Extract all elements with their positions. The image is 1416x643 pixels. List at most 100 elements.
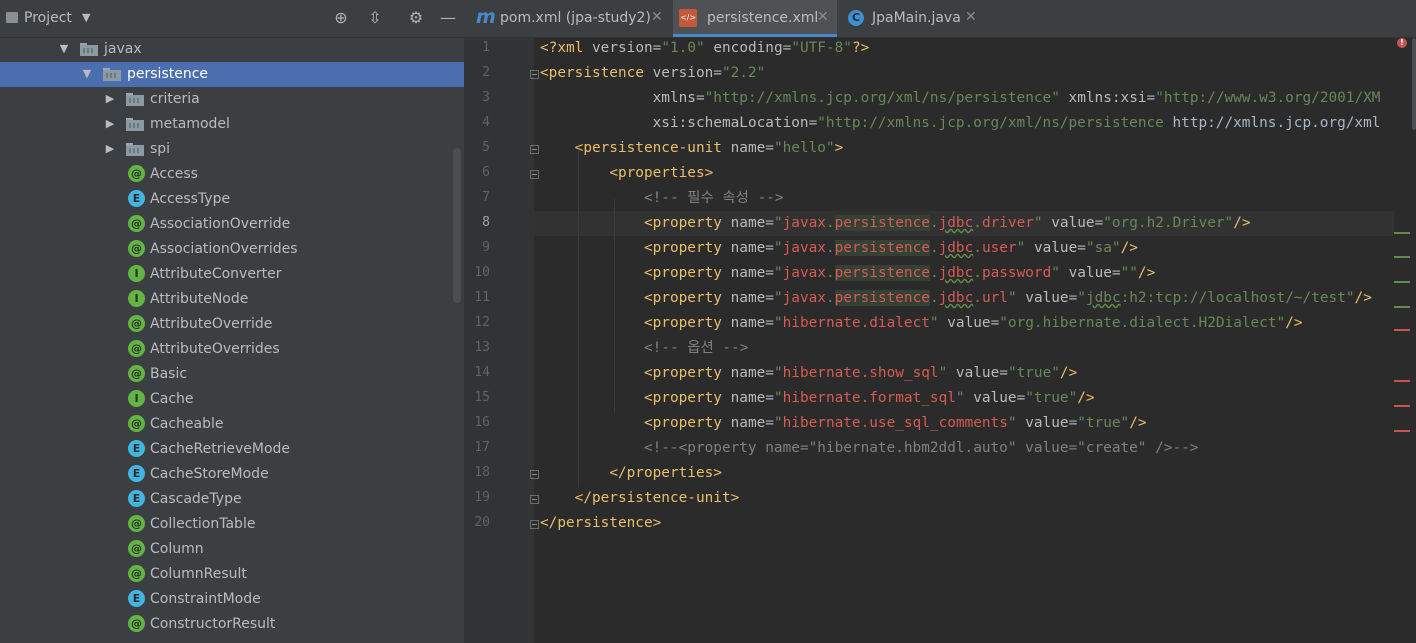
tree-item-criteria[interactable]: ▶ criteria xyxy=(0,87,464,112)
tab-persistence-xml[interactable]: </> persistence.xml ✕ xyxy=(673,0,837,37)
error-indicator-icon[interactable]: ! xyxy=(1397,38,1407,48)
code-line[interactable]: xmlns="http://xmlns.jcp.org/xml/ns/persi… xyxy=(540,86,1381,111)
line-number: 6 xyxy=(482,165,490,180)
tree-item-javax[interactable]: ▼ javax xyxy=(0,37,464,62)
tree-item-column[interactable]: @ Column xyxy=(0,537,464,562)
error-marker[interactable] xyxy=(1394,405,1410,407)
enum-icon: E xyxy=(128,490,145,507)
tree-item-cacheretrievemode[interactable]: E CacheRetrieveMode xyxy=(0,437,464,462)
interface-icon: I xyxy=(128,290,145,307)
code-line[interactable]: <property name="javax.persistence.jdbc.u… xyxy=(540,236,1138,261)
code-line[interactable]: <property name="javax.persistence.jdbc.p… xyxy=(540,261,1155,286)
project-panel: Project ▼ ⊕ ⇳ ⚙ — ▼ javax ▼ persistence ▶ cri… xyxy=(0,0,464,643)
chevron-down-icon[interactable]: ▼ xyxy=(82,11,90,24)
expanded-arrow-icon[interactable]: ▼ xyxy=(81,67,93,80)
tab-pom-xml[interactable]: m pom.xml (jpa-study2) ✕ xyxy=(464,0,669,37)
tree-item-metamodel[interactable]: ▶ metamodel xyxy=(0,112,464,137)
error-marker[interactable] xyxy=(1394,380,1410,382)
line-number: 4 xyxy=(482,115,490,130)
tree-item-attributeconverter[interactable]: I AttributeConverter xyxy=(0,262,464,287)
warning-marker[interactable] xyxy=(1394,281,1410,283)
code-line[interactable]: <property name="javax.persistence.jdbc.u… xyxy=(540,286,1372,311)
hide-panel-icon[interactable]: — xyxy=(438,8,458,28)
java-class-icon: C xyxy=(848,10,864,26)
code-line[interactable]: </persistence-unit> xyxy=(540,486,740,511)
tree-item-persistence[interactable]: ▼ persistence xyxy=(0,62,464,87)
tree-item-attributeoverride[interactable]: @ AttributeOverride xyxy=(0,312,464,337)
tree-item-attributenode[interactable]: I AttributeNode xyxy=(0,287,464,312)
code-line[interactable]: <property name="hibernate.format_sql" va… xyxy=(540,386,1095,411)
locate-icon[interactable]: ⊕ xyxy=(331,8,351,28)
tree-item-access[interactable]: @ Access xyxy=(0,162,464,187)
code-area[interactable]: <?xml version="1.0" encoding="UTF-8"?> <p… xyxy=(534,37,1394,643)
tree-item-columnresult[interactable]: @ ColumnResult xyxy=(0,562,464,587)
tree-item-associationoverrides[interactable]: @ AssociationOverrides xyxy=(0,237,464,262)
tree-item-label: CacheRetrieveMode xyxy=(150,441,291,457)
code-line[interactable]: <persistence-unit name="hello"> xyxy=(540,136,844,161)
tree-item-label: AssociationOverride xyxy=(150,216,291,232)
line-number-gutter[interactable]: 1 2 3 4 5 6 7 8 9 10 11 12 13 14 15 16 17 18 19 20 xyxy=(464,37,539,643)
line-number: 15 xyxy=(474,390,490,405)
tree-item-label: Cacheable xyxy=(150,416,224,432)
warning-marker[interactable] xyxy=(1394,306,1410,308)
warning-marker[interactable] xyxy=(1394,232,1410,234)
annotation-icon: @ xyxy=(128,315,145,332)
tree-item-associationoverride[interactable]: @ AssociationOverride xyxy=(0,212,464,237)
tree-item-cachestoremode[interactable]: E CacheStoreMode xyxy=(0,462,464,487)
code-line[interactable]: </persistence> xyxy=(540,511,661,536)
indent-guide xyxy=(614,199,615,412)
code-line[interactable]: <property name="hibernate.dialect" value… xyxy=(540,311,1303,336)
code-line[interactable]: <?xml version="1.0" encoding="UTF-8"?> xyxy=(540,37,869,61)
tree-item-label: ConstructorResult xyxy=(150,616,276,632)
tree-scrollbar[interactable] xyxy=(453,148,461,303)
collapsed-arrow-icon[interactable]: ▶ xyxy=(104,142,116,155)
close-icon[interactable]: ✕ xyxy=(817,9,829,25)
tree-item-accesstype[interactable]: E AccessType xyxy=(0,187,464,212)
line-number: 3 xyxy=(482,90,490,105)
tree-item-collectiontable[interactable]: @ CollectionTable xyxy=(0,512,464,537)
code-line[interactable]: <!-- 옵션 --> xyxy=(540,336,748,361)
line-number: 13 xyxy=(474,340,490,355)
error-marker[interactable] xyxy=(1394,430,1410,432)
tree-item-spi[interactable]: ▶ spi xyxy=(0,137,464,162)
code-line[interactable]: <persistence version="2.2" xyxy=(540,61,765,86)
error-marker[interactable] xyxy=(1394,329,1410,331)
tree-item-label: spi xyxy=(150,141,171,157)
line-number: 9 xyxy=(482,240,490,255)
close-icon[interactable]: ✕ xyxy=(651,9,663,25)
code-line[interactable]: <properties> xyxy=(540,161,713,186)
tree-item-cache[interactable]: I Cache xyxy=(0,387,464,412)
code-line[interactable]: <property name="hibernate.show_sql" valu… xyxy=(540,361,1077,386)
editor-tabs: m pom.xml (jpa-study2) ✕ </> persistence… xyxy=(464,0,1416,38)
collapsed-arrow-icon[interactable]: ▶ xyxy=(104,117,116,130)
project-view-selector[interactable]: Project xyxy=(24,10,72,26)
tree-item-cascadetype[interactable]: E CascadeType xyxy=(0,487,464,512)
tree-item-attributeoverrides[interactable]: @ AttributeOverrides xyxy=(0,337,464,362)
tree-item-basic[interactable]: @ Basic xyxy=(0,362,464,387)
gear-icon[interactable]: ⚙ xyxy=(406,8,426,28)
editor-scrollbar[interactable] xyxy=(1412,38,1416,130)
project-panel-header: Project ▼ ⊕ ⇳ ⚙ — xyxy=(0,0,464,38)
collapse-all-icon[interactable]: ⇳ xyxy=(365,8,385,28)
collapsed-arrow-icon[interactable]: ▶ xyxy=(104,92,116,105)
tree-item-cacheable[interactable]: @ Cacheable xyxy=(0,412,464,437)
code-line[interactable]: xsi:schemaLocation="http://xmlns.jcp.org… xyxy=(540,111,1381,136)
warning-marker[interactable] xyxy=(1394,256,1410,258)
annotation-icon: @ xyxy=(128,565,145,582)
expanded-arrow-icon[interactable]: ▼ xyxy=(58,42,70,55)
code-line[interactable]: <!-- 필수 속성 --> xyxy=(540,186,784,211)
tab-jpamain-java[interactable]: C JpaMain.java ✕ xyxy=(841,0,981,37)
tree-item-constraintmode[interactable]: E ConstraintMode xyxy=(0,587,464,612)
tree-item-constructorresult[interactable]: @ ConstructorResult xyxy=(0,612,464,637)
close-icon[interactable]: ✕ xyxy=(965,9,977,25)
code-line[interactable]: <!--<property name="hibernate.hbm2ddl.au… xyxy=(540,436,1199,461)
package-folder-icon xyxy=(126,93,144,106)
code-line[interactable]: <property name="hibernate.use_sql_commen… xyxy=(540,411,1147,436)
code-line[interactable]: </properties> xyxy=(540,461,722,486)
annotation-icon: @ xyxy=(128,365,145,382)
annotation-icon: @ xyxy=(128,240,145,257)
tree-item-label: CollectionTable xyxy=(150,516,256,532)
maven-icon: m xyxy=(476,6,496,28)
annotation-icon: @ xyxy=(128,615,145,632)
code-line[interactable]: <property name="javax.persistence.jdbc.d… xyxy=(540,211,1251,236)
